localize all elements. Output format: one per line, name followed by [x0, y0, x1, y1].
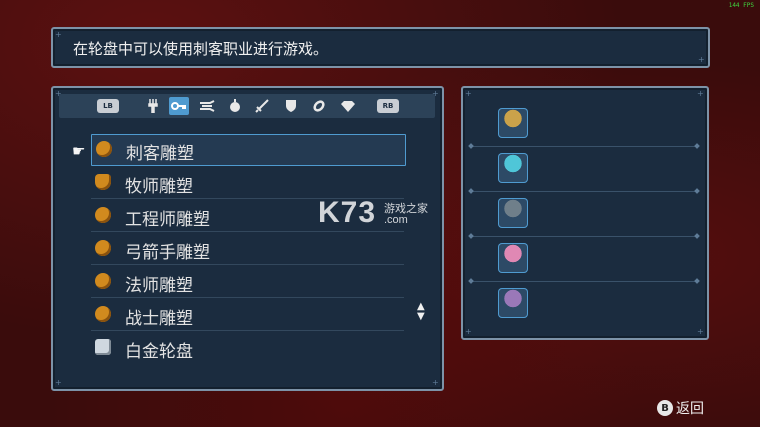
list-item-platinum-wheel[interactable]: 白金轮盘 — [91, 333, 404, 363]
corner-ornament: + — [465, 327, 472, 336]
sculpture-icon — [96, 141, 112, 157]
corner-ornament: + — [698, 55, 705, 64]
apple-icon[interactable] — [225, 97, 245, 115]
item-label: 刺客雕塑 — [126, 144, 194, 164]
purple-mage-portrait[interactable] — [498, 288, 528, 318]
category-tab-bar: LB RB — [59, 94, 435, 118]
sculpture-icon — [95, 306, 111, 322]
list-item-warrior-sculpture[interactable]: 战士雕塑 — [91, 300, 404, 331]
list-item-archer-sculpture[interactable]: 弓箭手雕塑 — [91, 234, 404, 265]
inventory-panel: + + + + LB RB ☛ 刺客雕塑 牧师雕塑 工程师雕塑 弓箭手雕塑 法师… — [51, 86, 444, 391]
divider — [471, 146, 697, 147]
ring-icon[interactable] — [309, 97, 329, 115]
watermark-logo: K73 游戏之家 .com — [318, 196, 428, 230]
corner-ornament: + — [55, 378, 62, 387]
item-label: 法师雕塑 — [125, 276, 193, 296]
corner-ornament: + — [465, 89, 472, 98]
sculpture-icon — [95, 174, 111, 190]
hand-pointer-icon: ☛ — [72, 142, 86, 160]
watermark-domain: .com — [384, 214, 408, 226]
character-panel: + + + + — [461, 86, 709, 340]
corner-ornament: + — [55, 30, 62, 39]
dialog-text: 在轮盘中可以使用刺客职业进行游戏。 — [73, 40, 329, 58]
divider — [471, 281, 697, 282]
watermark-main: K73 — [318, 196, 377, 229]
item-label: 弓箭手雕塑 — [125, 243, 210, 263]
sculpture-icon — [95, 273, 111, 289]
back-button[interactable]: B 返回 — [657, 398, 704, 418]
b-button-icon: B — [657, 400, 673, 416]
item-label: 牧师雕塑 — [125, 177, 193, 197]
item-label: 工程师雕塑 — [125, 210, 210, 230]
divider — [471, 191, 697, 192]
wing-icon[interactable] — [197, 97, 217, 115]
list-item-priest-sculpture[interactable]: 牧师雕塑 — [91, 168, 404, 199]
sculpture-icon — [95, 207, 111, 223]
divider — [471, 236, 697, 237]
sword-icon[interactable] — [252, 97, 272, 115]
platinum-wheel-icon — [95, 339, 111, 355]
fps-counter: 144 FPS — [728, 2, 754, 9]
sculpture-icon — [95, 240, 111, 256]
cyan-hair-portrait[interactable] — [498, 153, 528, 183]
list-item-mage-sculpture[interactable]: 法师雕塑 — [91, 267, 404, 298]
pink-creature-portrait[interactable] — [498, 243, 528, 273]
key-icon[interactable] — [169, 97, 189, 115]
corner-ornament: + — [432, 378, 439, 387]
item-label: 白金轮盘 — [125, 342, 193, 362]
item-label: 战士雕塑 — [125, 309, 193, 329]
lb-button[interactable]: LB — [97, 99, 119, 113]
blonde-warrior-portrait[interactable] — [498, 108, 528, 138]
scroll-arrows-icon[interactable]: ▲ ▼ — [417, 302, 425, 322]
list-item-assassin-sculpture[interactable]: ☛ 刺客雕塑 — [72, 134, 406, 166]
shield-icon[interactable] — [281, 97, 301, 115]
masked-portrait[interactable] — [498, 198, 528, 228]
fork-icon[interactable] — [143, 97, 163, 115]
corner-ornament: + — [697, 327, 704, 336]
gem-icon[interactable] — [338, 97, 358, 115]
dialog-box: + + 在轮盘中可以使用刺客职业进行游戏。 — [51, 27, 710, 68]
back-label: 返回 — [676, 401, 704, 417]
rb-button[interactable]: RB — [377, 99, 399, 113]
corner-ornament: + — [697, 89, 704, 98]
